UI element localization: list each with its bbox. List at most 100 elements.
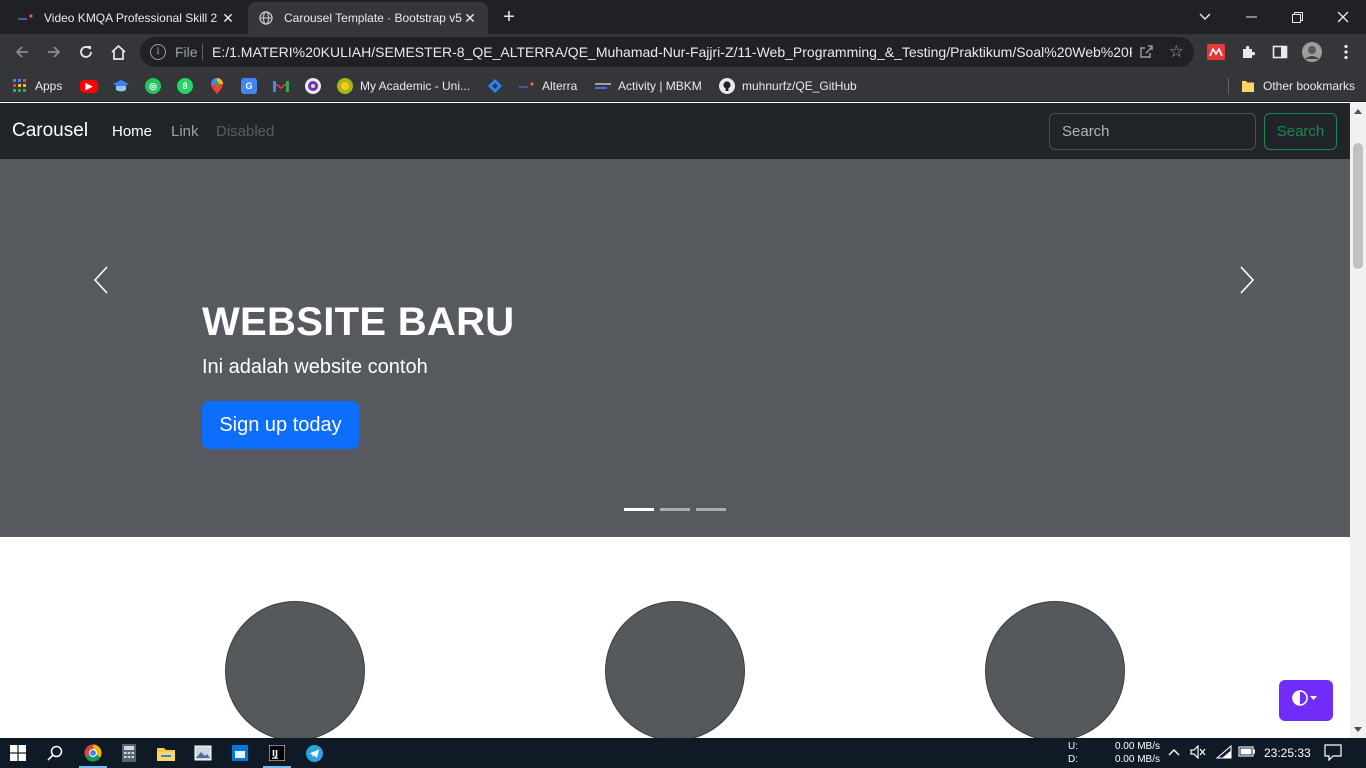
scrollbar-thumb[interactable]: [1353, 143, 1363, 269]
notifications-icon[interactable]: [1324, 744, 1342, 764]
site-info-icon[interactable]: i: [150, 44, 166, 60]
tab-carousel-template[interactable]: Carousel Template · Bootstrap v5. ✕: [248, 2, 488, 34]
nav-link-home[interactable]: Home: [112, 123, 152, 140]
sign-up-button[interactable]: Sign up today: [202, 401, 359, 449]
other-bookmarks-label: Other bookmarks: [1263, 79, 1356, 93]
store-taskbar-icon[interactable]: [222, 738, 258, 768]
extensions-puzzle-icon[interactable]: [1236, 40, 1260, 64]
bookmark-alterra[interactable]: Alterra: [519, 77, 577, 95]
wifi-icon[interactable]: [1215, 744, 1232, 762]
network-speed-meter: U: 0.00 MB/s D: 0.00 MB/s: [1068, 740, 1160, 766]
bookmark-github[interactable]: muhnurfz/QE_GitHub: [719, 77, 857, 95]
page-viewport: Carousel Home Link Disabled Search WEBSI…: [0, 103, 1366, 738]
carousel-indicator-1[interactable]: [624, 508, 654, 511]
navbar: Carousel Home Link Disabled Search: [0, 103, 1350, 159]
bookmark-jira[interactable]: [487, 77, 510, 95]
folder-icon: [1240, 78, 1256, 94]
tab-title: Carousel Template · Bootstrap v5.: [284, 11, 462, 25]
jira-icon: [487, 78, 503, 94]
page-scrollbar[interactable]: [1350, 103, 1366, 738]
bookmark-green-circle[interactable]: ◎: [145, 77, 168, 95]
close-icon[interactable]: ✕: [220, 10, 236, 27]
tray-chevron-up-icon[interactable]: [1168, 745, 1180, 759]
extension-red-icon[interactable]: [1204, 40, 1228, 64]
bookmark-apps[interactable]: Apps: [12, 77, 62, 95]
translate-icon: G: [241, 78, 257, 94]
github-icon: [719, 78, 735, 94]
side-panel-icon[interactable]: [1268, 40, 1292, 64]
tab-video-kmqa[interactable]: Video KMQA Professional Skill 2 ✕: [8, 2, 246, 34]
restore-button[interactable]: [1274, 0, 1320, 34]
carousel-caption-title: WEBSITE BARU: [202, 300, 515, 344]
battery-icon[interactable]: [1238, 745, 1256, 760]
alterra-icon: [18, 10, 34, 26]
bookmark-university[interactable]: [305, 77, 328, 95]
clock[interactable]: 23:25:33: [1264, 746, 1311, 760]
academic-icon: [337, 78, 353, 94]
intellij-taskbar-icon[interactable]: IJ: [259, 738, 295, 768]
bookmark-translate[interactable]: G: [241, 77, 264, 95]
minimize-button[interactable]: [1228, 0, 1274, 34]
carousel-indicator-3[interactable]: [696, 508, 726, 511]
search-input[interactable]: [1049, 113, 1256, 150]
contrast-icon: [1292, 689, 1320, 712]
back-button[interactable]: [10, 40, 34, 64]
bookmark-whatsapp[interactable]: 8: [177, 77, 200, 95]
mbkm-icon: [595, 78, 611, 94]
bookmark-label: Activity | MBKM: [618, 79, 702, 93]
bookmark-activity-mbkm[interactable]: Activity | MBKM: [595, 77, 702, 95]
search-button[interactable]: Search: [1264, 113, 1337, 150]
bookmark-youtube[interactable]: ▶: [80, 77, 105, 95]
featurette-placeholder-image: [985, 601, 1125, 738]
scroll-up-arrow-icon[interactable]: [1354, 109, 1362, 114]
file-explorer-taskbar-icon[interactable]: [148, 738, 184, 768]
featurette-placeholder-image: [225, 601, 365, 738]
carousel-indicator-2[interactable]: [660, 508, 690, 511]
apps-grid-icon: [12, 78, 28, 94]
telegram-taskbar-icon[interactable]: [296, 738, 332, 768]
profile-avatar[interactable]: [1300, 40, 1324, 64]
net-down-value: 0.00 MB/s: [1114, 754, 1160, 765]
new-tab-button[interactable]: +: [498, 6, 520, 28]
navbar-brand[interactable]: Carousel: [12, 120, 88, 142]
bookmark-maps[interactable]: [209, 77, 232, 95]
carousel-next-icon[interactable]: [1232, 265, 1262, 295]
start-button[interactable]: [0, 738, 36, 768]
bookmark-label: Alterra: [542, 79, 578, 93]
net-down-label: D:: [1068, 754, 1078, 765]
theme-toggle-button[interactable]: [1279, 680, 1333, 721]
net-up-label: U:: [1068, 741, 1078, 752]
close-icon[interactable]: ✕: [462, 10, 478, 27]
share-icon[interactable]: [1139, 44, 1154, 64]
calculator-taskbar-icon[interactable]: [111, 738, 147, 768]
photos-taskbar-icon[interactable]: [185, 738, 221, 768]
home-button[interactable]: [106, 40, 130, 64]
url-text[interactable]: E:/1.MATERI%20KULIAH/SEMESTER-8_QE_ALTER…: [212, 44, 1132, 60]
volume-muted-icon[interactable]: [1190, 744, 1206, 762]
nav-link-link[interactable]: Link: [171, 123, 199, 140]
search-icon[interactable]: [37, 738, 73, 768]
university-logo-icon: [305, 78, 321, 94]
more-menu-icon[interactable]: [1334, 40, 1358, 64]
bookmark-star-icon[interactable]: ☆: [1169, 42, 1184, 62]
reload-button[interactable]: [74, 40, 98, 64]
carousel-prev-icon[interactable]: [86, 265, 116, 295]
other-bookmarks[interactable]: Other bookmarks: [1240, 77, 1355, 95]
close-window-button[interactable]: [1320, 0, 1366, 34]
bookmark-gmail[interactable]: [273, 77, 296, 95]
address-bar[interactable]: i File E:/1.MATERI%20KULIAH/SEMESTER-8_Q…: [140, 37, 1194, 67]
bookmark-label: Apps: [35, 79, 63, 93]
carousel: WEBSITE BARU Ini adalah website contoh S…: [0, 159, 1350, 537]
forward-button[interactable]: [42, 40, 66, 64]
alterra-icon: [519, 78, 535, 94]
chrome-taskbar-icon[interactable]: [75, 738, 111, 768]
net-up-value: 0.00 MB/s: [1114, 741, 1160, 752]
bookmark-my-academic[interactable]: My Academic - Uni...: [337, 77, 470, 95]
scroll-down-arrow-icon[interactable]: [1354, 727, 1362, 732]
graduation-icon: [113, 78, 129, 94]
tab-search-chevron-icon[interactable]: [1182, 0, 1228, 34]
bookmark-label: muhnurfz/QE_GitHub: [742, 79, 857, 93]
bookmark-graduation[interactable]: [113, 77, 136, 95]
divider: [202, 44, 203, 60]
browser-tab-bar: Video KMQA Professional Skill 2 ✕ Carous…: [0, 0, 1366, 34]
